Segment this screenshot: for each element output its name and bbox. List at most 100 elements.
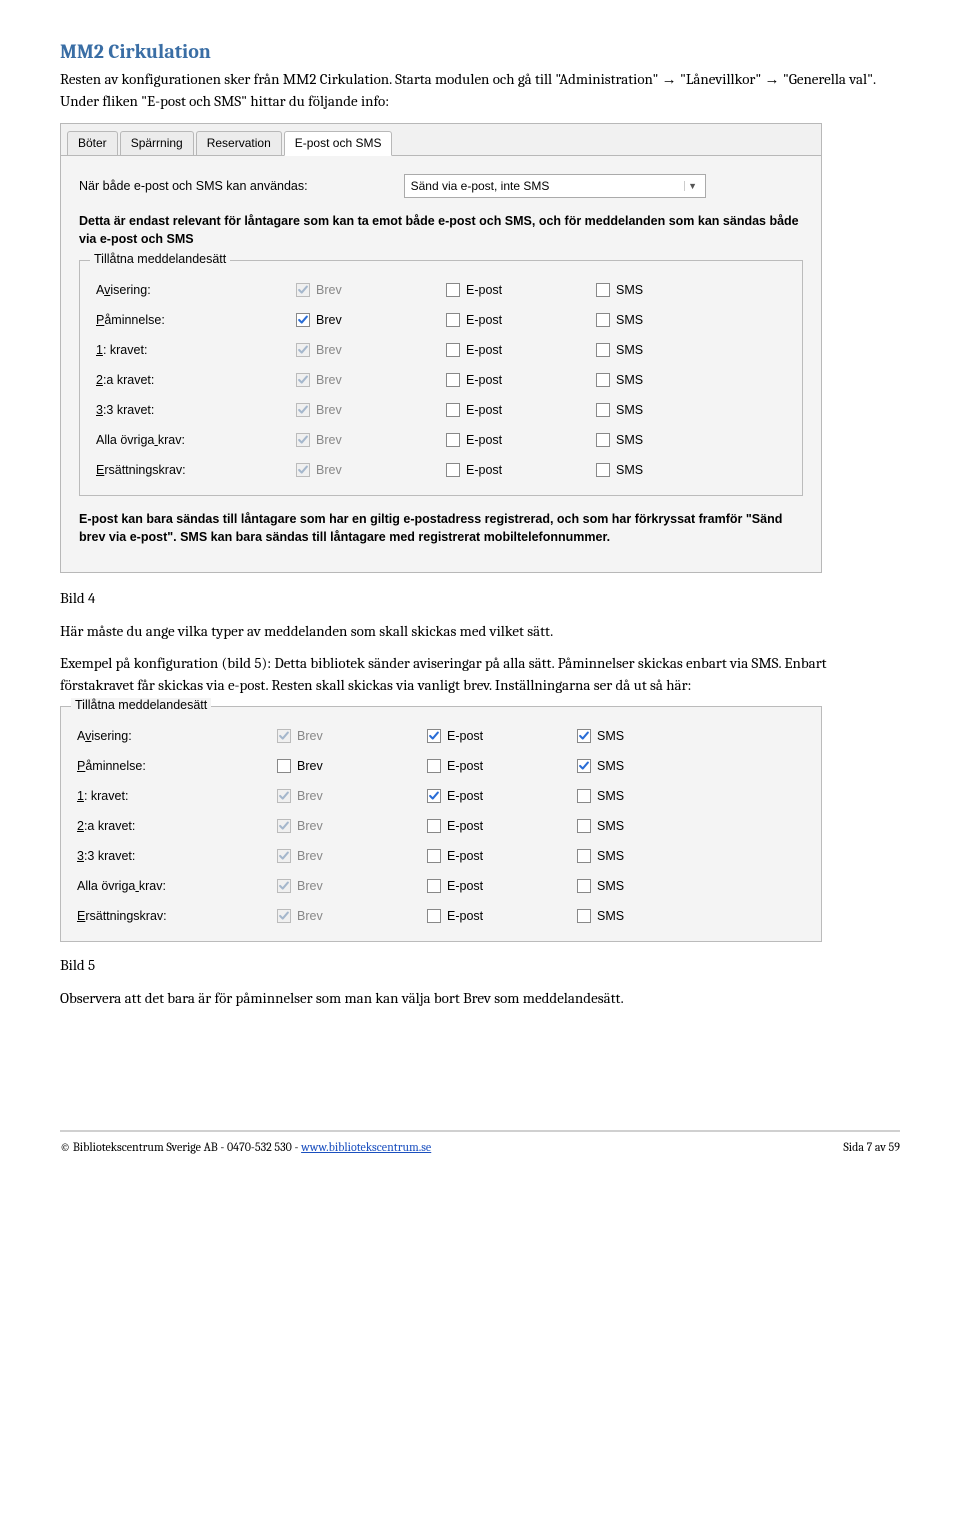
brev-checkbox[interactable]: [296, 313, 310, 327]
option-row: 2:a kravet:Brev E-post SMS: [96, 365, 786, 395]
checkbox-cell: SMS: [577, 759, 727, 773]
checkbox-label: E-post: [466, 373, 502, 387]
epost-checkbox[interactable]: [446, 373, 460, 387]
checkbox-cell: E-post: [446, 463, 596, 477]
brev-checkbox[interactable]: [277, 759, 291, 773]
sms-checkbox[interactable]: [596, 283, 610, 297]
arrow-icon: →: [662, 71, 677, 88]
tab-reservation[interactable]: Reservation: [196, 131, 282, 155]
tab-böter[interactable]: Böter: [67, 131, 118, 155]
tab-strip: BöterSpärrningReservationE-post och SMS: [61, 124, 821, 155]
checkbox-cell: E-post: [446, 343, 596, 357]
checkbox-cell: SMS: [596, 403, 746, 417]
checkbox-cell: SMS: [596, 463, 746, 477]
checkbox-label: SMS: [597, 789, 624, 803]
epost-checkbox[interactable]: [446, 463, 460, 477]
epost-checkbox[interactable]: [427, 729, 441, 743]
epost-checkbox[interactable]: [446, 313, 460, 327]
group-legend: Tillåtna meddelandesätt: [71, 698, 211, 712]
sms-checkbox[interactable]: [577, 729, 591, 743]
brev-checkbox: [296, 403, 310, 417]
row-label: 1: kravet:: [77, 789, 277, 803]
row-label: 3:3 kravet:: [77, 849, 277, 863]
sms-checkbox[interactable]: [596, 463, 610, 477]
checkbox-label: E-post: [447, 729, 483, 743]
checkbox-label: SMS: [616, 463, 643, 477]
page-footer: © Bibliotekscentrum Sverige AB - 0470-53…: [60, 1130, 900, 1154]
checkbox-label: Brev: [316, 343, 342, 357]
checkbox-label: SMS: [597, 729, 624, 743]
row-label: Avisering:: [96, 283, 296, 297]
checkbox-label: E-post: [447, 879, 483, 893]
row-label: 3:3 kravet:: [96, 403, 296, 417]
footer-text: © Bibliotekscentrum Sverige AB - 0470-53…: [60, 1140, 301, 1154]
epost-checkbox[interactable]: [427, 819, 441, 833]
send-mode-dropdown[interactable]: Sänd via e-post, inte SMS ▼: [404, 174, 706, 198]
row-label: Ersättningskrav:: [77, 909, 277, 923]
tab-spärrning[interactable]: Spärrning: [120, 131, 194, 155]
checkbox-cell: E-post: [427, 909, 577, 923]
row-label: Påminnelse:: [77, 759, 277, 773]
checkbox-cell: Brev: [277, 849, 427, 863]
checkbox-cell: Brev: [296, 463, 446, 477]
checkbox-cell: Brev: [277, 729, 427, 743]
checkbox-cell: E-post: [427, 819, 577, 833]
text: Resten av konfigurationen sker från MM2 …: [60, 70, 662, 88]
epost-checkbox[interactable]: [427, 909, 441, 923]
checkbox-label: Brev: [297, 819, 323, 833]
dropdown-label: När både e-post och SMS kan användas:: [79, 179, 308, 193]
epost-checkbox[interactable]: [446, 403, 460, 417]
checkbox-cell: E-post: [427, 759, 577, 773]
paragraph: Exempel på konfiguration (bild 5): Detta…: [60, 653, 900, 697]
sms-checkbox[interactable]: [596, 433, 610, 447]
epost-checkbox[interactable]: [446, 343, 460, 357]
footer-link[interactable]: www.bibliotekscentrum.se: [301, 1140, 431, 1154]
checkbox-label: Brev: [297, 759, 323, 773]
tab-e-post-och-sms[interactable]: E-post och SMS: [284, 131, 393, 156]
epost-checkbox[interactable]: [427, 789, 441, 803]
epost-checkbox[interactable]: [427, 759, 441, 773]
row-label: Alla övriga krav:: [96, 433, 296, 447]
checkbox-cell: Brev: [277, 759, 427, 773]
sms-checkbox[interactable]: [577, 759, 591, 773]
sms-checkbox[interactable]: [577, 819, 591, 833]
checkbox-label: E-post: [447, 789, 483, 803]
checkbox-label: SMS: [616, 373, 643, 387]
epost-checkbox[interactable]: [446, 283, 460, 297]
checkbox-label: SMS: [597, 819, 624, 833]
checkbox-cell: Brev: [296, 373, 446, 387]
checkbox-cell: E-post: [446, 373, 596, 387]
checkbox-label: Brev: [316, 403, 342, 417]
sms-checkbox[interactable]: [577, 849, 591, 863]
option-row: 3:3 kravet:BrevE-postSMS: [96, 395, 786, 425]
epost-checkbox[interactable]: [427, 849, 441, 863]
brev-checkbox: [296, 283, 310, 297]
checkbox-label: Brev: [297, 879, 323, 893]
checkbox-label: E-post: [466, 283, 502, 297]
brev-checkbox: [296, 463, 310, 477]
checkbox-cell: Brev: [277, 789, 427, 803]
row-label: 2:a kravet:: [96, 373, 296, 387]
checkbox-label: Brev: [316, 433, 342, 447]
sms-checkbox[interactable]: [577, 879, 591, 893]
sms-checkbox[interactable]: [577, 789, 591, 803]
checkbox-label: SMS: [616, 313, 643, 327]
sms-checkbox[interactable]: [577, 909, 591, 923]
page-number: Sida 7 av 59: [843, 1140, 900, 1154]
checkbox-cell: Brev: [296, 313, 446, 327]
checkbox-label: SMS: [616, 283, 643, 297]
row-label: 1: kravet:: [96, 343, 296, 357]
brev-checkbox: [296, 373, 310, 387]
sms-checkbox[interactable]: [596, 373, 610, 387]
epost-checkbox[interactable]: [427, 879, 441, 893]
sms-checkbox[interactable]: [596, 313, 610, 327]
row-label: Avisering:: [77, 729, 277, 743]
checkbox-cell: SMS: [577, 729, 727, 743]
checkbox-cell: Brev: [277, 879, 427, 893]
paragraph: Här måste du ange vilka typer av meddela…: [60, 621, 900, 643]
checkbox-cell: E-post: [427, 729, 577, 743]
sms-checkbox[interactable]: [596, 343, 610, 357]
epost-checkbox[interactable]: [446, 433, 460, 447]
sms-checkbox[interactable]: [596, 403, 610, 417]
text: "Lånevillkor": [677, 70, 765, 88]
